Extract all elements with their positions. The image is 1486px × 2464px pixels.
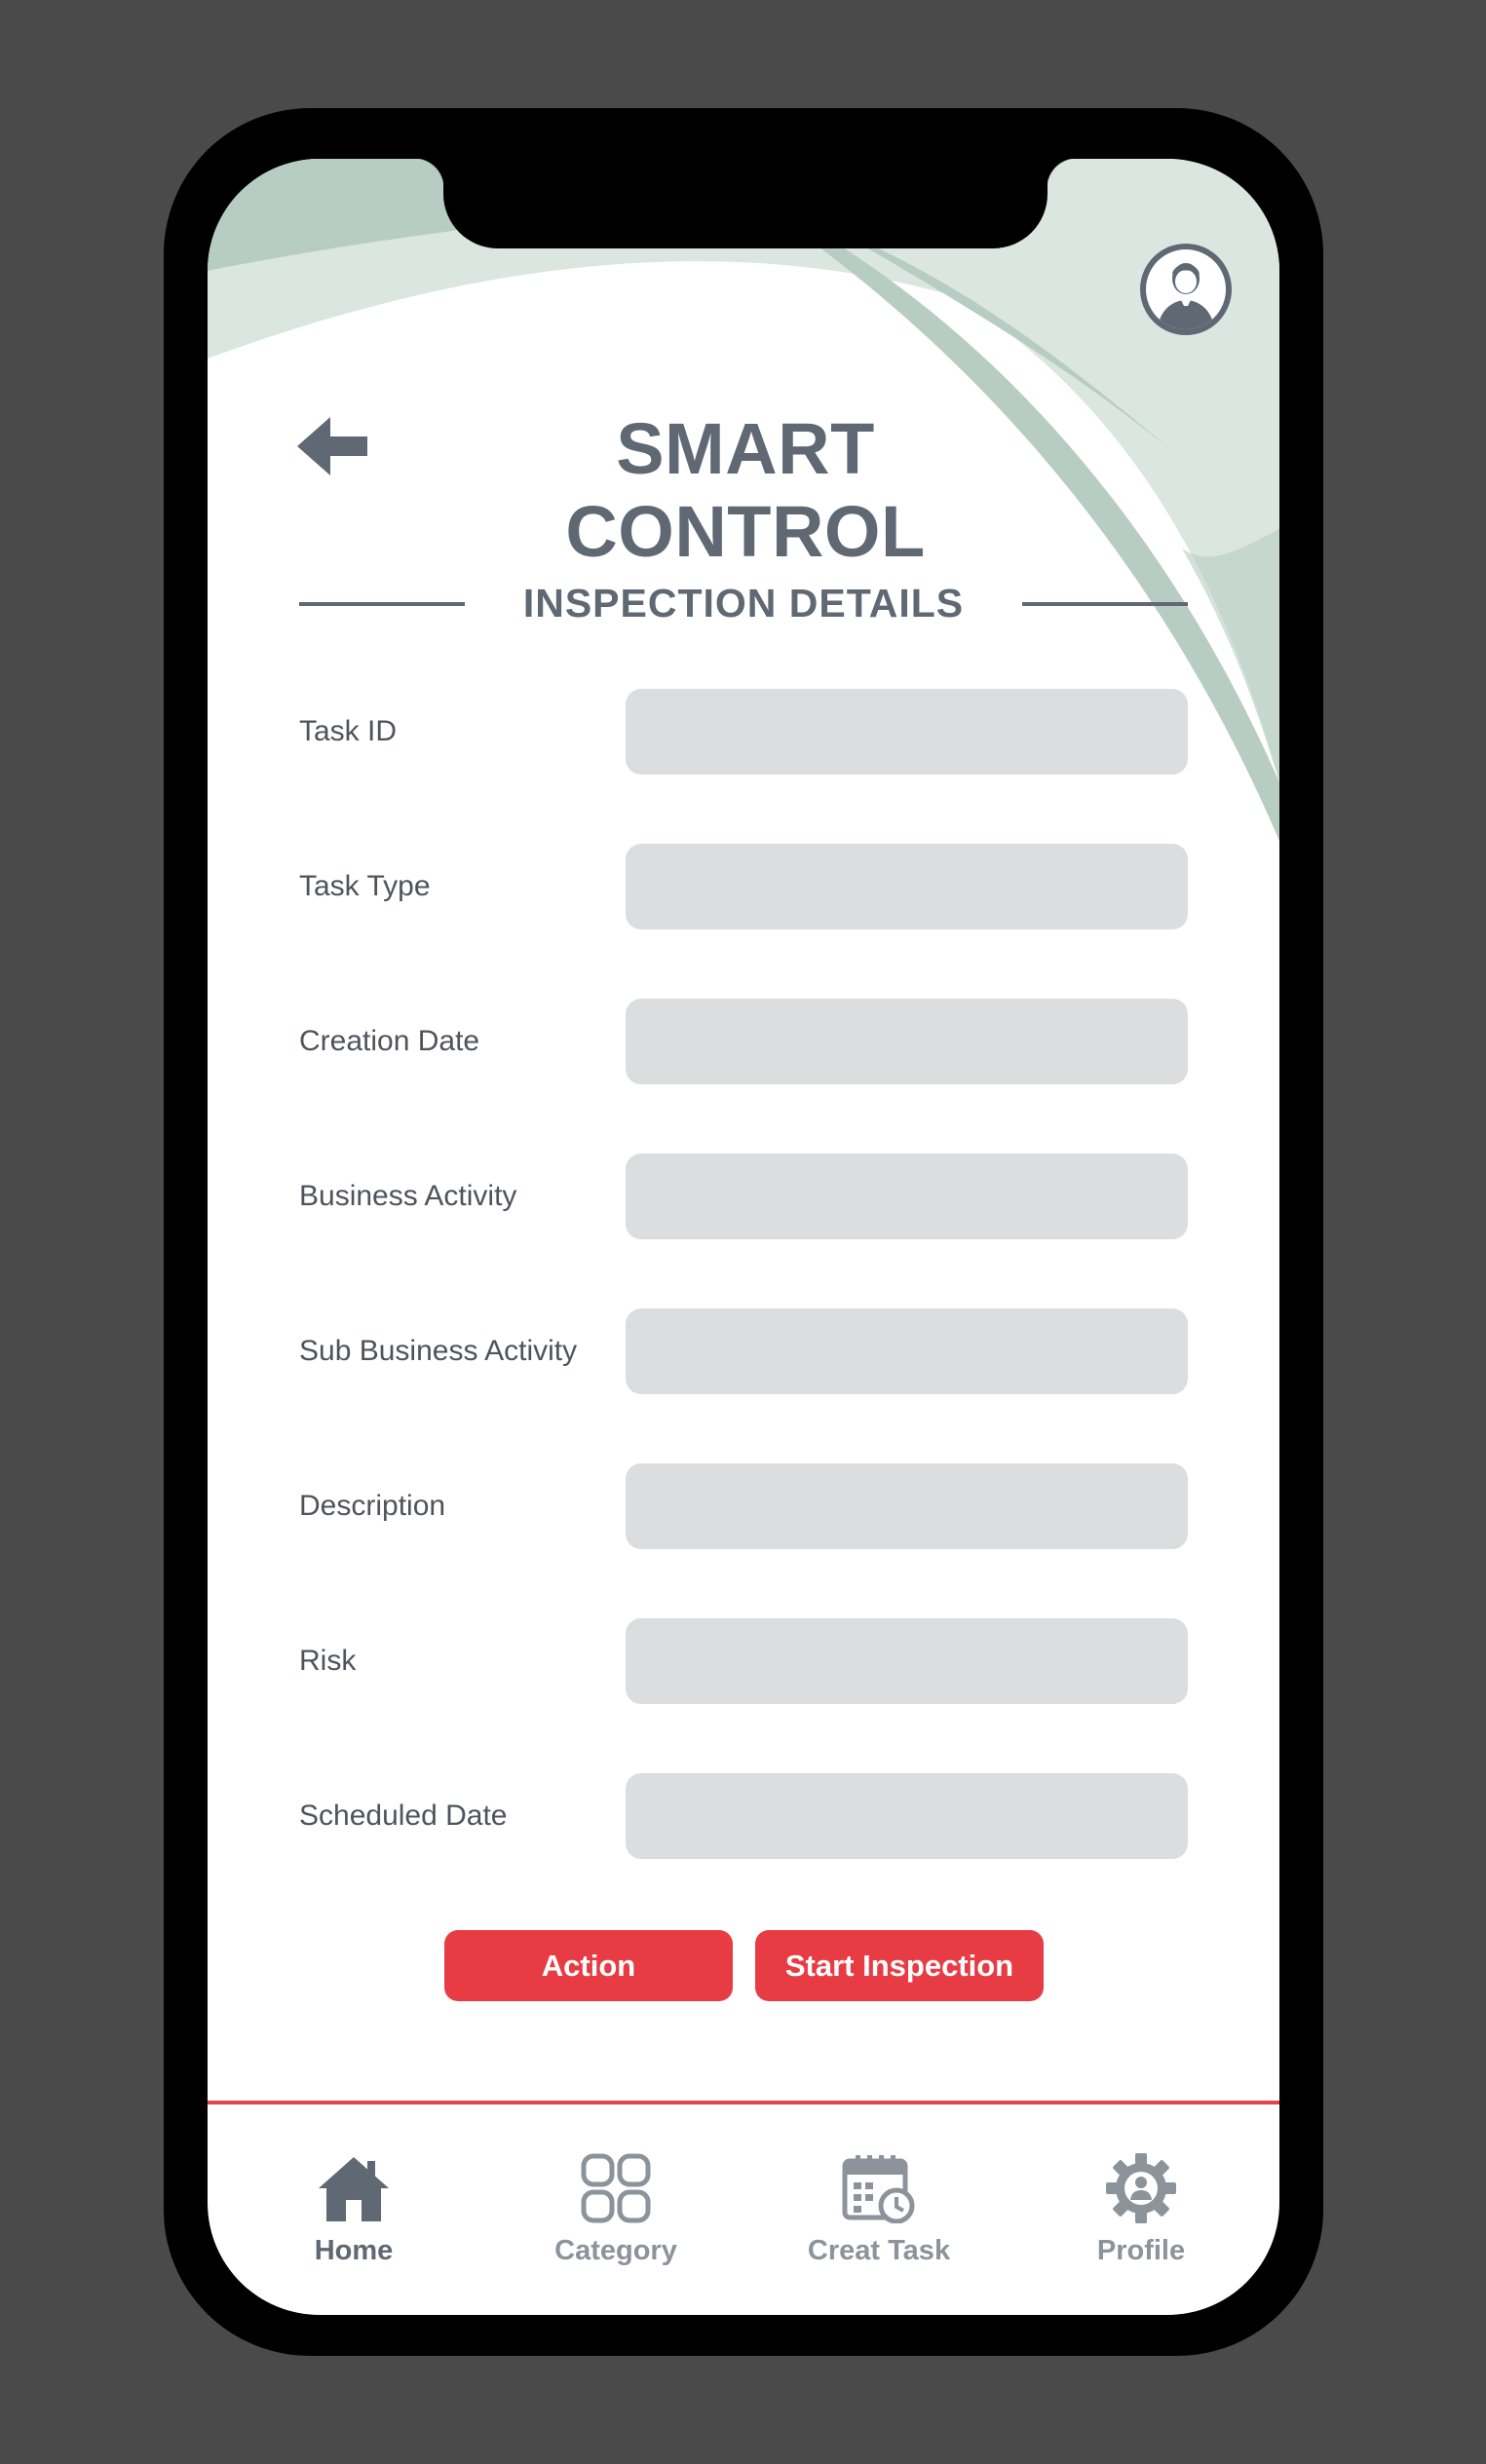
device-notch (414, 159, 1077, 248)
sub-business-activity-input[interactable] (626, 1308, 1188, 1394)
field-label-scheduled-date: Scheduled Date (299, 1800, 508, 1832)
gear-user-icon (1106, 2153, 1176, 2223)
field-label-business-activity: Business Activity (299, 1180, 517, 1212)
business-activity-input[interactable] (626, 1154, 1188, 1239)
calendar-clock-icon (842, 2155, 915, 2223)
home-icon (319, 2157, 389, 2221)
task-id-input[interactable] (626, 689, 1188, 775)
field-label-description: Description (299, 1490, 446, 1522)
divider-right (1022, 602, 1188, 606)
arrow-left-icon (297, 417, 367, 475)
description-input[interactable] (626, 1463, 1188, 1549)
nav-label-category: Category (554, 2235, 677, 2266)
nav-item-profile[interactable]: Profile (1044, 2153, 1238, 2280)
field-label-task-id: Task ID (299, 715, 398, 747)
action-button[interactable]: Action (444, 1930, 733, 2001)
user-icon (1158, 263, 1214, 329)
start-inspection-button[interactable]: Start Inspection (755, 1930, 1044, 2001)
user-avatar[interactable] (1140, 244, 1232, 335)
nav-label-profile: Profile (1096, 2235, 1186, 2266)
nav-divider (208, 2101, 1279, 2104)
scheduled-date-input[interactable] (626, 1773, 1188, 1859)
nav-item-category[interactable]: Category (518, 2153, 713, 2280)
background-decoration (208, 159, 1279, 841)
category-icon (581, 2153, 651, 2223)
nav-label-home: Home (314, 2235, 394, 2266)
back-button[interactable] (297, 417, 367, 475)
risk-input[interactable] (626, 1618, 1188, 1704)
task-type-input[interactable] (626, 844, 1188, 929)
field-label-task-type: Task Type (299, 870, 431, 902)
field-label-risk: Risk (299, 1645, 357, 1677)
nav-item-home[interactable]: Home (256, 2153, 451, 2280)
nav-label-creat-task: Creat Task (807, 2235, 951, 2266)
field-label-sub-business-activity: Sub Business Activity (299, 1335, 578, 1367)
section-header: INSPECTION DETAILS (299, 581, 1188, 629)
field-label-creation-date: Creation Date (299, 1025, 480, 1057)
app-title: SMART CONTROL (565, 408, 926, 572)
nav-item-creat-task[interactable]: Creat Task (781, 2153, 976, 2280)
creation-date-input[interactable] (626, 999, 1188, 1084)
